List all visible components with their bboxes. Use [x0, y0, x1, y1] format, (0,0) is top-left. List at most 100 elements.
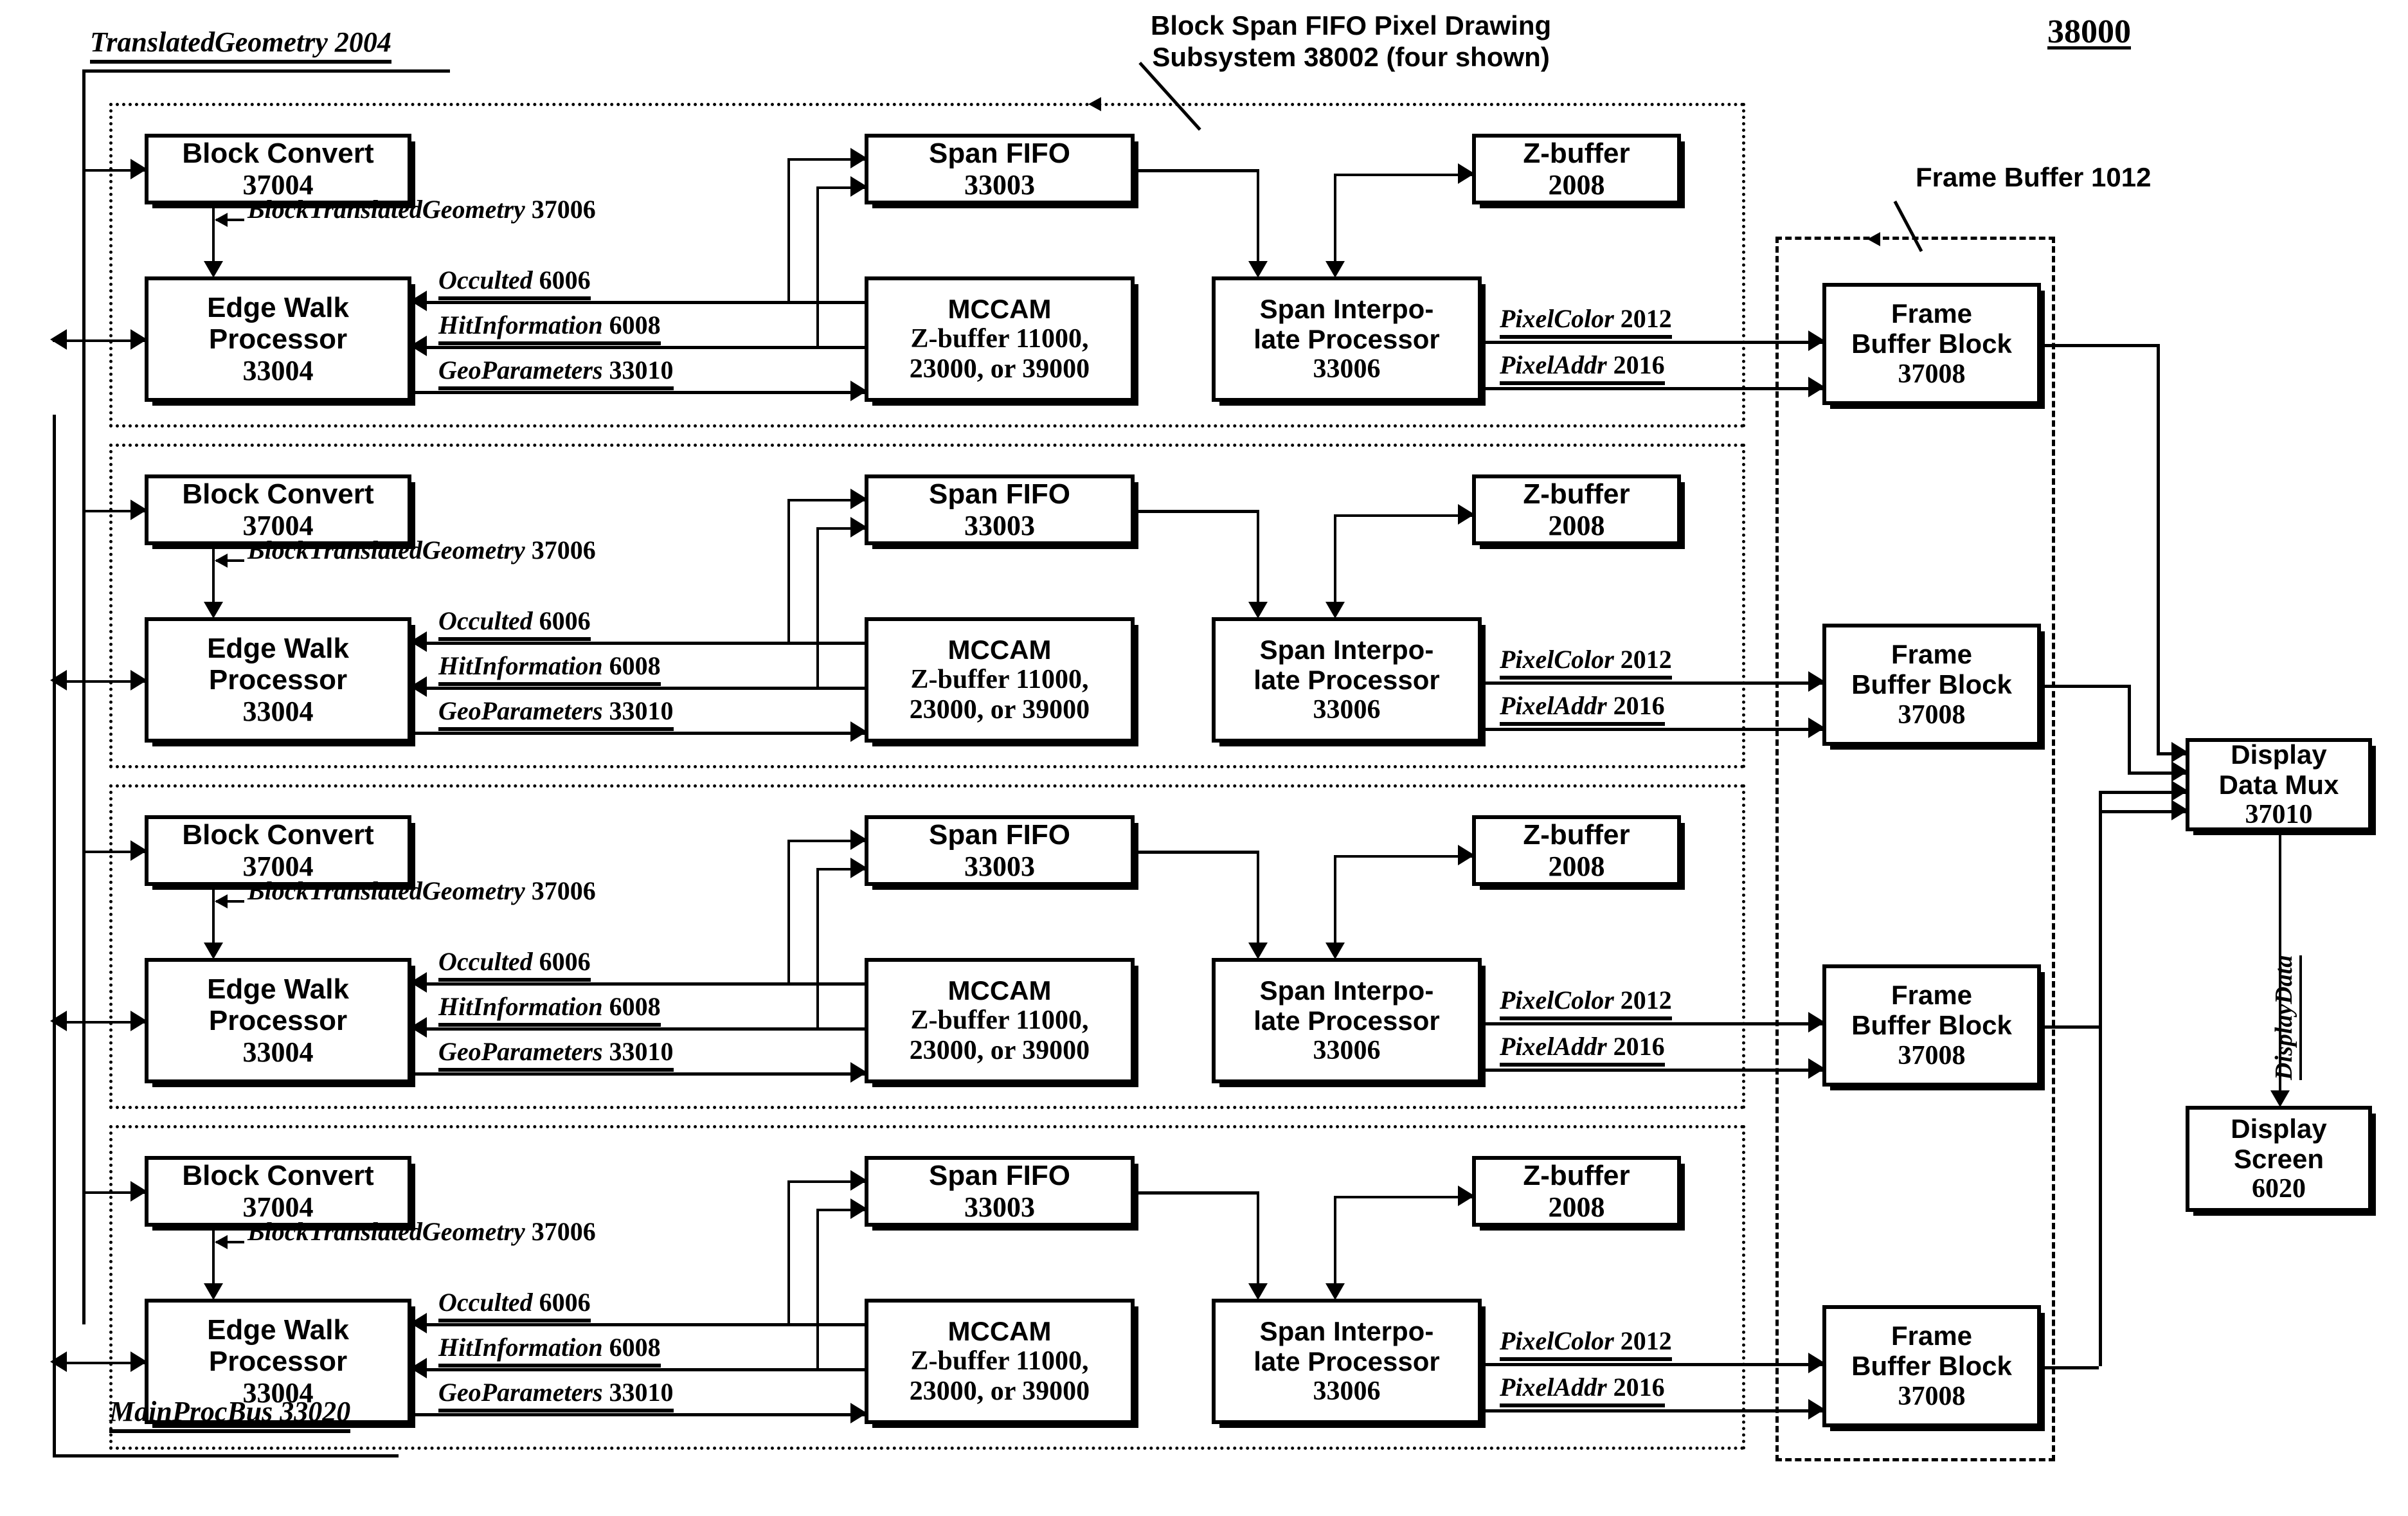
arrow-geoparameters-4	[850, 1403, 867, 1423]
label-block-translated-geometry-1-name: BlockTranslatedGeometry	[247, 195, 525, 224]
label-hitinformation-2-name: HitInformation	[438, 651, 603, 680]
patent-figure-canvas: Block Convert 37004 Edge Walk Processor 3300…	[0, 0, 2408, 1516]
z-buffer-box-2[interactable]: Z-buffer 2008	[1472, 474, 1681, 545]
display-data-mux-box-text: Data Mux	[2218, 769, 2339, 800]
mccam-zbuffer-box-3-text: Z-buffer 11000,	[910, 1005, 1089, 1035]
arrow-frame-buffer-caption-leader	[1867, 232, 1880, 246]
frame-buffer-group	[1775, 237, 2055, 1461]
arrow-btg-label-3	[215, 894, 228, 908]
arrow-btg-label-2	[215, 554, 228, 568]
arrow-occulted-4	[410, 1313, 427, 1333]
framebuffer-out-v-4	[2099, 810, 2102, 1366]
span-interpolate-processor-box-2-text: Span Interpo-	[1259, 634, 1434, 665]
arrow-occulted-3	[410, 972, 427, 993]
arrow-hitinformation-4	[410, 1358, 427, 1378]
mccam-zbuffer-box-1-text: Z-buffer 11000,	[910, 323, 1089, 354]
edge-walk-processor-box-1[interactable]: Edge Walk Processor 33004	[145, 276, 411, 402]
arrow-pixeladdr-4	[1808, 1399, 1825, 1420]
span-fifo-box-4[interactable]: Span FIFO 33003	[865, 1156, 1135, 1227]
span-interpolate-processor-box-3[interactable]: Span Interpo-late Processor 33006	[1212, 958, 1482, 1083]
span-fifo-out-v-2	[1257, 510, 1259, 613]
edge-walk-processor-box-3[interactable]: Edge Walk Processor 33004	[145, 958, 411, 1083]
label-pixelcolor-2: PixelColor 2012	[1500, 644, 1672, 680]
arrow-span-fifo-to-interp-2	[1248, 602, 1268, 618]
arrow-subsystem-caption-leader	[1088, 97, 1101, 111]
label-hitinformation-3: HitInformation 6008	[438, 991, 661, 1027]
label-pixeladdr-1-name: PixelAddr	[1500, 350, 1607, 379]
label-displaydata: DisplayData	[2270, 955, 2302, 1080]
label-block-translated-geometry-3: BlockTranslatedGeometry 37006	[247, 876, 596, 906]
z-buffer-box-1[interactable]: Z-buffer 2008	[1472, 134, 1681, 204]
z-buffer-box-2-text: 2008	[1548, 510, 1605, 541]
label-pixeladdr-3-name: PixelAddr	[1500, 1032, 1607, 1061]
subsystem-caption: Block Span FIFO Pixel Drawing Subsystem 3…	[1151, 10, 1551, 73]
arrow-to-zbuffer-2	[1458, 504, 1475, 525]
span-fifo-box-3[interactable]: Span FIFO 33003	[865, 815, 1135, 886]
span-interpolate-processor-box-1[interactable]: Span Interpo-late Processor 33006	[1212, 276, 1482, 402]
span-interpolate-processor-box-4[interactable]: Span Interpo-late Processor 33006	[1212, 1299, 1482, 1424]
label-pixeladdr-4-name: PixelAddr	[1500, 1373, 1607, 1402]
display-data-mux-box[interactable]: Display Data Mux 37010	[2186, 738, 2372, 831]
frame-buffer-block-3[interactable]: Frame Buffer Block 37008	[1822, 964, 2041, 1087]
z-buffer-box-3[interactable]: Z-buffer 2008	[1472, 815, 1681, 886]
frame-buffer-block-4-text: 37008	[1898, 1381, 1966, 1411]
pixeladdr-line-2	[1482, 728, 1822, 731]
zbuffer-link-h-2	[1334, 514, 1472, 517]
arrow-pixelcolor-3	[1808, 1012, 1825, 1033]
mccam-zbuffer-box-4[interactable]: MCCAM Z-buffer 11000, 23000, or 39000	[865, 1299, 1135, 1424]
arrow-span-fifo-in-2-2	[850, 517, 867, 537]
edge-walk-processor-box-3-text: 33004	[242, 1036, 314, 1069]
label-occulted-4-name: Occulted	[438, 1288, 533, 1317]
occulted-line-1	[411, 301, 865, 304]
z-buffer-box-4[interactable]: Z-buffer 2008	[1472, 1156, 1681, 1227]
framebuffer-out-v-1	[2157, 344, 2160, 752]
zbuffer-link-h-3	[1334, 855, 1472, 858]
arrow-pixeladdr-1	[1808, 377, 1825, 397]
frame-buffer-block-3-text: Frame	[1891, 980, 1973, 1011]
arrow-hitinformation-1	[410, 336, 427, 356]
label-block-translated-geometry-2-name: BlockTranslatedGeometry	[247, 536, 525, 564]
block-convert-box-3-text: Block Convert	[182, 818, 374, 851]
mccam-zbuffer-box-4-text: Z-buffer 11000,	[910, 1346, 1089, 1376]
mccam-zbuffer-box-3[interactable]: MCCAM Z-buffer 11000, 23000, or 39000	[865, 958, 1135, 1083]
arrow-to-zbuffer-1	[1458, 163, 1475, 184]
pixelcolor-line-3	[1482, 1022, 1822, 1025]
zbuffer-link-v-2	[1334, 514, 1336, 613]
display-data-mux-box-text: Display	[2231, 739, 2327, 770]
edge-walk-processor-box-3-text: Processor	[208, 1004, 348, 1036]
mccam-zbuffer-box-2[interactable]: MCCAM Z-buffer 11000, 23000, or 39000	[865, 617, 1135, 743]
z-buffer-box-4-text: 2008	[1548, 1191, 1605, 1223]
span-interpolate-processor-box-3-text: Span Interpo-	[1259, 975, 1434, 1006]
frame-buffer-block-4[interactable]: Frame Buffer Block 37008	[1822, 1305, 2041, 1427]
geoparameters-line-4	[411, 1413, 865, 1416]
frame-buffer-block-2[interactable]: Frame Buffer Block 37008	[1822, 624, 2041, 746]
edge-walk-processor-box-2-text: 33004	[242, 696, 314, 728]
pixeladdr-line-4	[1482, 1409, 1822, 1412]
pixeladdr-line-3	[1482, 1069, 1822, 1072]
mccam-zbuffer-box-1[interactable]: MCCAM Z-buffer 11000, 23000, or 39000	[865, 276, 1135, 402]
span-interpolate-processor-box-2[interactable]: Span Interpo-late Processor 33006	[1212, 617, 1482, 743]
arrow-span-fifo-to-interp-4	[1248, 1283, 1268, 1300]
label-hitinformation-1: HitInformation 6008	[438, 310, 661, 345]
edge-walk-processor-box-2[interactable]: Edge Walk Processor 33004	[145, 617, 411, 743]
span-fifo-box-1[interactable]: Span FIFO 33003	[865, 134, 1135, 204]
arrow-span-fifo-in-2-1	[850, 176, 867, 197]
label-pixelcolor-3: PixelColor 2012	[1500, 985, 1672, 1020]
subsystem-caption-line2: Subsystem 38002 (four shown)	[1152, 41, 1550, 72]
frame-buffer-block-1-text: Frame	[1891, 298, 1973, 329]
label-geoparameters-4-number: 33010	[609, 1378, 674, 1407]
arrow-hitinformation-3	[410, 1017, 427, 1038]
arrow-block-translated-geometry-2	[204, 602, 223, 618]
label-pixeladdr-2-number: 2016	[1613, 691, 1665, 720]
mccam-zbuffer-box-3-text: 23000, or 39000	[909, 1036, 1090, 1066]
label-pixelcolor-2-number: 2012	[1620, 645, 1672, 674]
frame-buffer-block-1[interactable]: Frame Buffer Block 37008	[1822, 283, 2041, 405]
display-screen-box[interactable]: Display Screen 6020	[2186, 1106, 2372, 1212]
occulted-line-3	[411, 982, 865, 986]
span-fifo-feed-2-3	[816, 868, 819, 1027]
span-interpolate-processor-box-1-text: Span Interpo-	[1259, 293, 1434, 324]
translated-geometry-bus-top	[82, 69, 450, 73]
arrow-bus-to-edge-walk-2	[130, 670, 147, 690]
span-fifo-box-1-text: 33003	[964, 169, 1035, 201]
span-fifo-box-2[interactable]: Span FIFO 33003	[865, 474, 1135, 545]
